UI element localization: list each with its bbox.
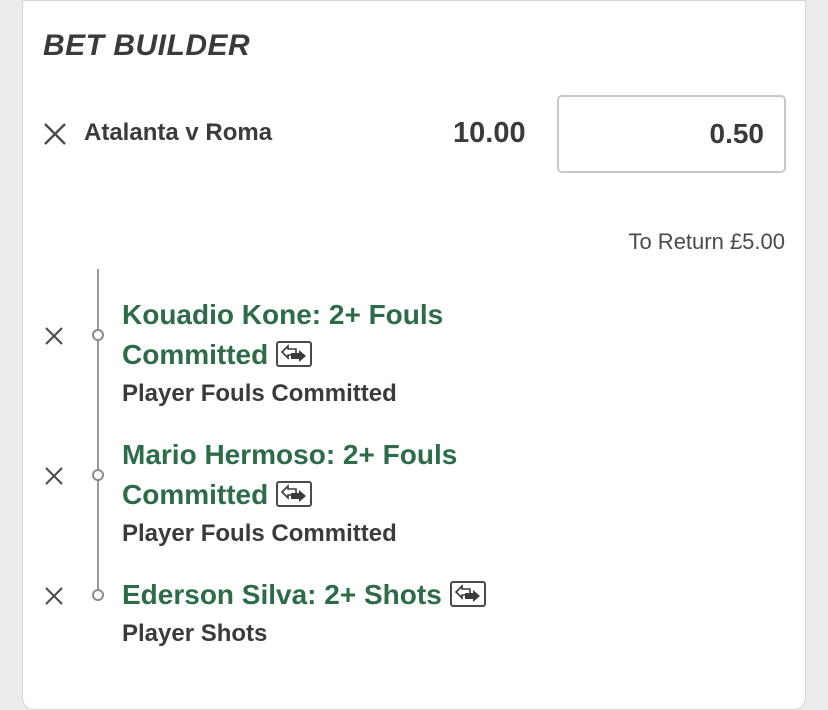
selection-timeline	[97, 269, 99, 595]
swap-icon[interactable]	[276, 340, 313, 367]
selection-market: Player Fouls Committed	[122, 380, 397, 407]
page-title: BET BUILDER	[43, 29, 251, 62]
remove-bet-close-icon[interactable]	[43, 122, 67, 146]
swap-icon[interactable]	[449, 580, 486, 607]
selection-title[interactable]: Kouadio Kone: 2+ Fouls Committed	[122, 295, 542, 375]
remove-selection-close-icon[interactable]	[44, 326, 64, 346]
swap-icon[interactable]	[276, 480, 313, 507]
remove-selection-close-icon[interactable]	[44, 466, 64, 486]
bet-builder-card: BET BUILDER Atalanta v Roma 10.00 To Ret…	[22, 0, 806, 710]
event-name: Atalanta v Roma	[84, 119, 273, 146]
selection-title-line1: Mario Hermoso: 2+ Fouls	[122, 439, 458, 470]
selection-market: Player Shots	[122, 620, 268, 647]
odds-value: 10.00	[453, 117, 526, 149]
selection-title[interactable]: Mario Hermoso: 2+ Fouls Committed	[122, 435, 542, 515]
remove-selection-close-icon[interactable]	[44, 586, 64, 606]
selection-title-line1: Kouadio Kone: 2+ Fouls	[122, 299, 444, 330]
stake-input[interactable]	[557, 95, 786, 173]
selection-market: Player Fouls Committed	[122, 520, 397, 547]
selection-title-line2: Committed	[122, 339, 269, 370]
selection-title-line1: Ederson Silva: 2+ Shots	[122, 579, 442, 610]
timeline-node	[92, 469, 104, 481]
timeline-node	[92, 329, 104, 341]
timeline-node	[92, 589, 104, 601]
selection-title[interactable]: Ederson Silva: 2+ Shots	[122, 575, 542, 615]
selection-title-line2: Committed	[122, 479, 269, 510]
to-return-text: To Return £5.00	[628, 229, 785, 254]
